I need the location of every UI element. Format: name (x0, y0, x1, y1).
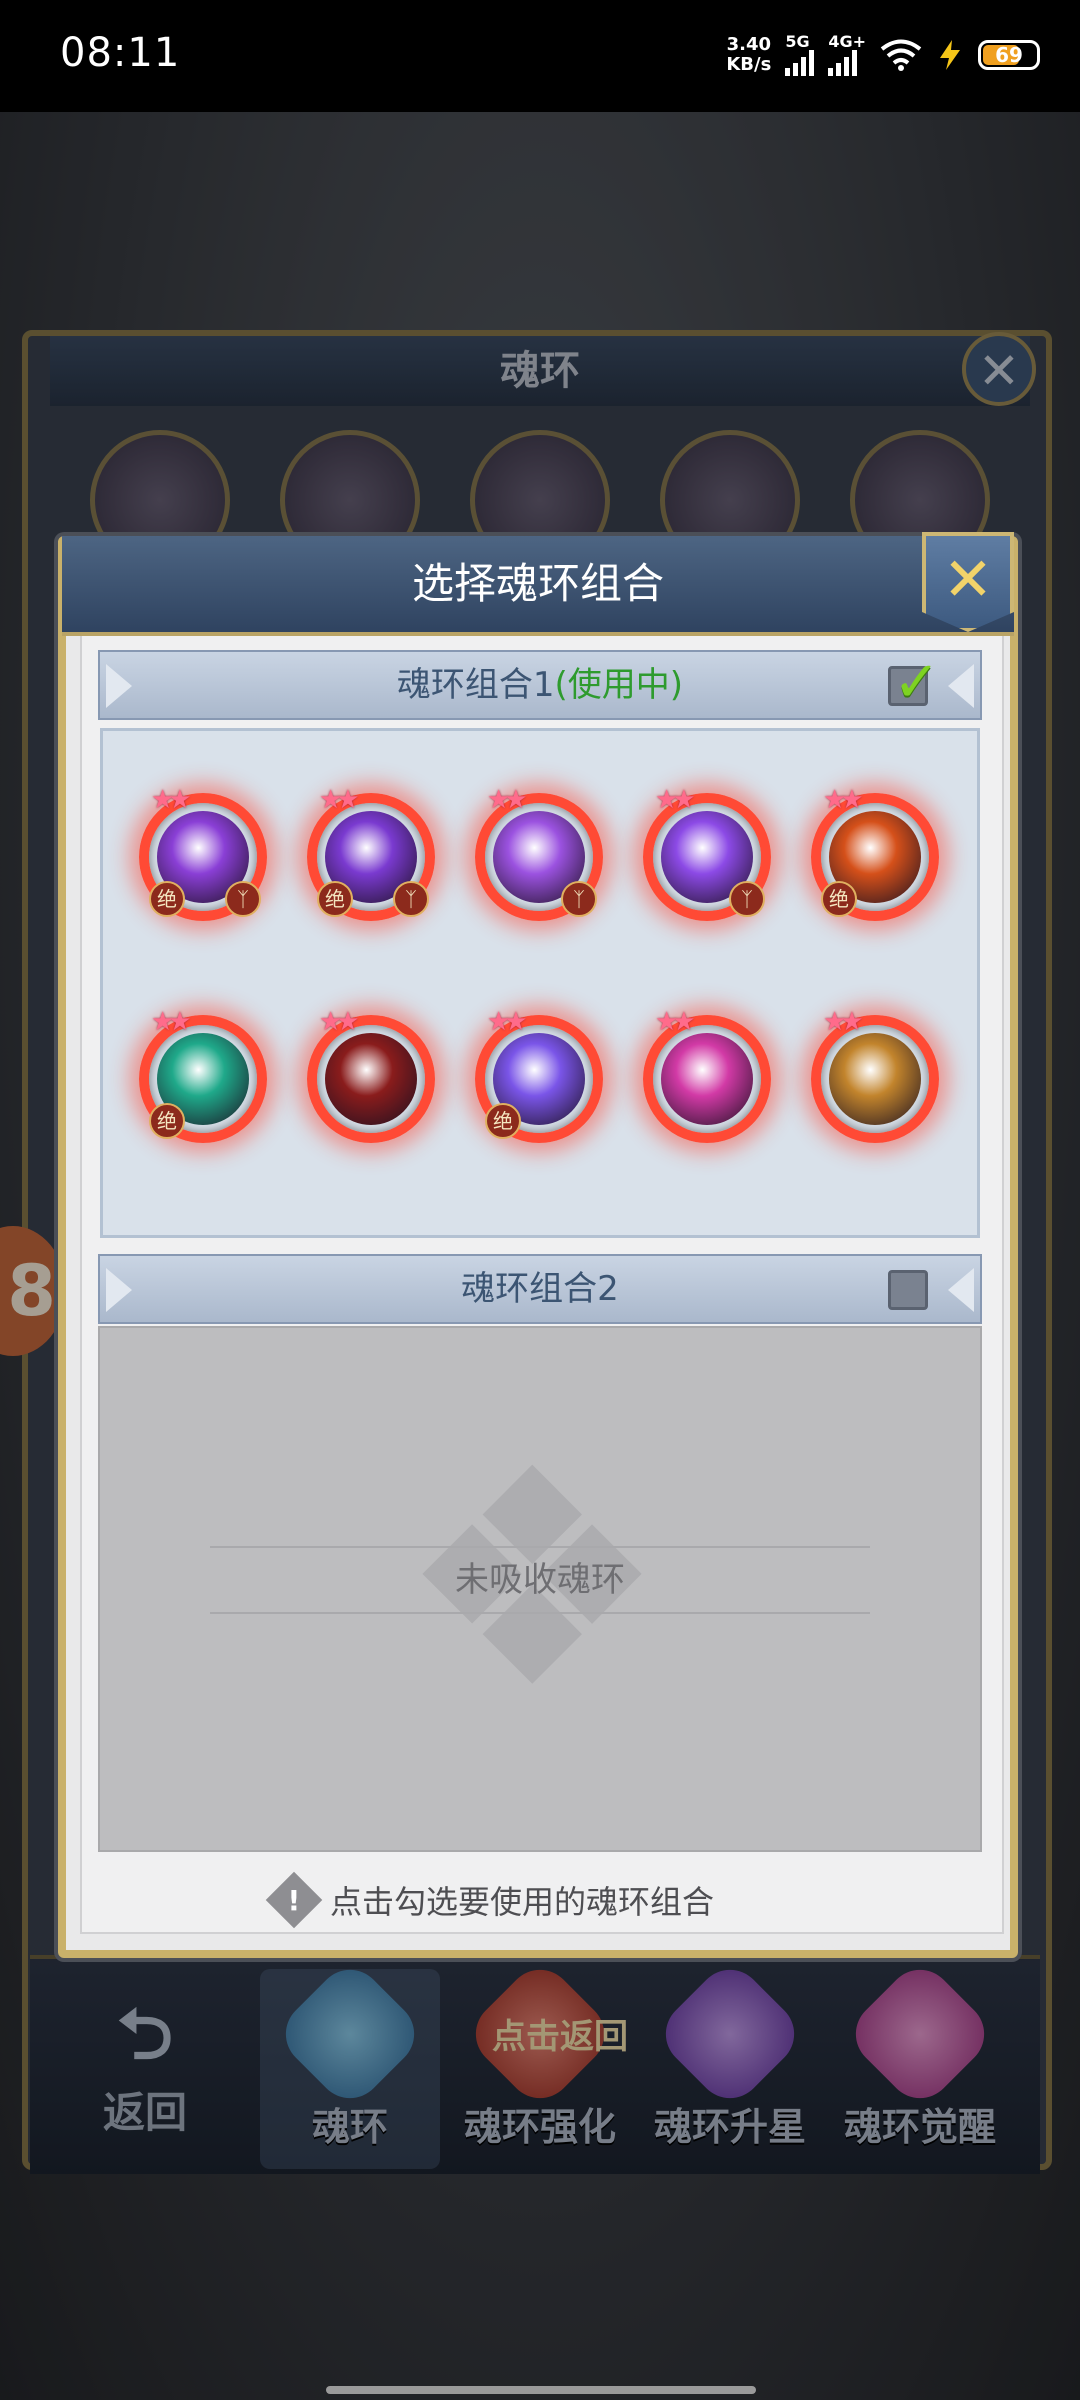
soul-ring-slot[interactable]: ★★ (307, 1007, 435, 1143)
ring-badge: 绝 (149, 1103, 185, 1139)
check-mark-icon: ✓ (893, 650, 940, 715)
soul-ring-icon (325, 1033, 417, 1125)
soul-ring-slot[interactable]: ★★ ᛉ (643, 785, 771, 921)
ring-badge: 绝 (821, 881, 857, 917)
tip-row: ! 点击勾选要使用的魂环组合 (265, 1871, 715, 1929)
status-bar: 08:11 3.40 KB/s 5G 4G+ 69 (0, 0, 1080, 112)
net-speed-unit: KB/s (726, 54, 772, 75)
star-icon: ★★ (319, 1007, 360, 1037)
signal-5g-icon: 5G (785, 32, 815, 76)
star-icon: ★★ (319, 785, 360, 815)
battery-icon: 69 (978, 40, 1040, 70)
star-icon: ★★ (655, 785, 696, 815)
soul-ring-icon (661, 1033, 753, 1125)
ring-badge: ᛉ (561, 881, 597, 917)
combo-1-name: 魂环组合1 (396, 665, 555, 705)
star-icon: ★★ (823, 1007, 864, 1037)
ring-combo-1-header[interactable]: 魂环组合1(使用中) ✓ (98, 650, 982, 720)
star-icon: ★★ (151, 785, 192, 815)
soul-ring-slot[interactable]: ★★ ᛉ (475, 785, 603, 921)
ring-badge: ᛉ (393, 881, 429, 917)
network-speed: 3.40 KB/s (726, 35, 771, 75)
star-icon: ★★ (655, 1007, 696, 1037)
ring-badge: ᛉ (225, 881, 261, 917)
dialog-title: 选择魂环组合 (411, 559, 664, 608)
ring-badge: 绝 (485, 1103, 521, 1139)
ring-badge: 绝 (149, 881, 185, 917)
status-icons: 3.40 KB/s 5G 4G+ 69 (726, 30, 1040, 80)
charging-icon (940, 40, 960, 70)
soul-ring-slot[interactable]: ★★ (811, 1007, 939, 1143)
dialog-close-button[interactable]: ✕ (922, 532, 1014, 632)
star-icon: ★★ (151, 1007, 192, 1037)
star-icon: ★★ (823, 785, 864, 815)
divider (210, 1546, 870, 1548)
in-use-status: (使用中) (554, 665, 684, 705)
close-icon: ✕ (942, 545, 994, 615)
soul-ring-slot[interactable]: ★★ 绝 ᛉ (307, 785, 435, 921)
soul-ring-slot[interactable]: ★★ 绝 (811, 785, 939, 921)
signal-4g-icon: 4G+ (828, 34, 866, 76)
soul-ring-slot[interactable]: ★★ (643, 1007, 771, 1143)
star-icon: ★★ (487, 785, 528, 815)
signal1-label: 5G (785, 32, 810, 51)
wifi-icon (880, 39, 922, 71)
soul-ring-slot[interactable]: ★★ 绝 (139, 1007, 267, 1143)
info-icon: ! (265, 1871, 323, 1929)
home-indicator[interactable] (326, 2386, 756, 2394)
tip-text: 点击勾选要使用的魂环组合 (330, 1883, 715, 1921)
soul-ring-slot[interactable]: ★★ 绝 (475, 1007, 603, 1143)
soul-ring-icon (829, 1033, 921, 1125)
signal2-label: 4G+ (828, 32, 866, 51)
divider (210, 1612, 870, 1614)
ring-badge: ᛉ (729, 881, 765, 917)
ring-combo-2-checkbox[interactable] (888, 1270, 928, 1310)
star-icon: ★★ (487, 1007, 528, 1037)
ring-combo-2-label: 魂环组合2 (100, 1256, 980, 1322)
ring-combo-1-label: 魂环组合1(使用中) (100, 652, 980, 718)
ring-combo-1-rings: ★★ 绝 ᛉ ★★ 绝 ᛉ ★★ ᛉ ★★ ᛉ ★★ 绝 ★★ 绝 ★★ ★★ 绝 ★★ ★★ (100, 728, 980, 1238)
ring-combo-2-header[interactable]: 魂环组合2 (98, 1254, 982, 1324)
combo-2-name: 魂环组合2 (461, 1269, 619, 1309)
empty-state-text: 未吸收魂环 (455, 1560, 625, 1600)
ring-badge: 绝 (317, 881, 353, 917)
net-speed-value: 3.40 (726, 34, 772, 55)
status-time: 08:11 (60, 30, 181, 76)
soul-ring-slot[interactable]: ★★ 绝 ᛉ (139, 785, 267, 921)
battery-level: 69 (995, 43, 1023, 67)
